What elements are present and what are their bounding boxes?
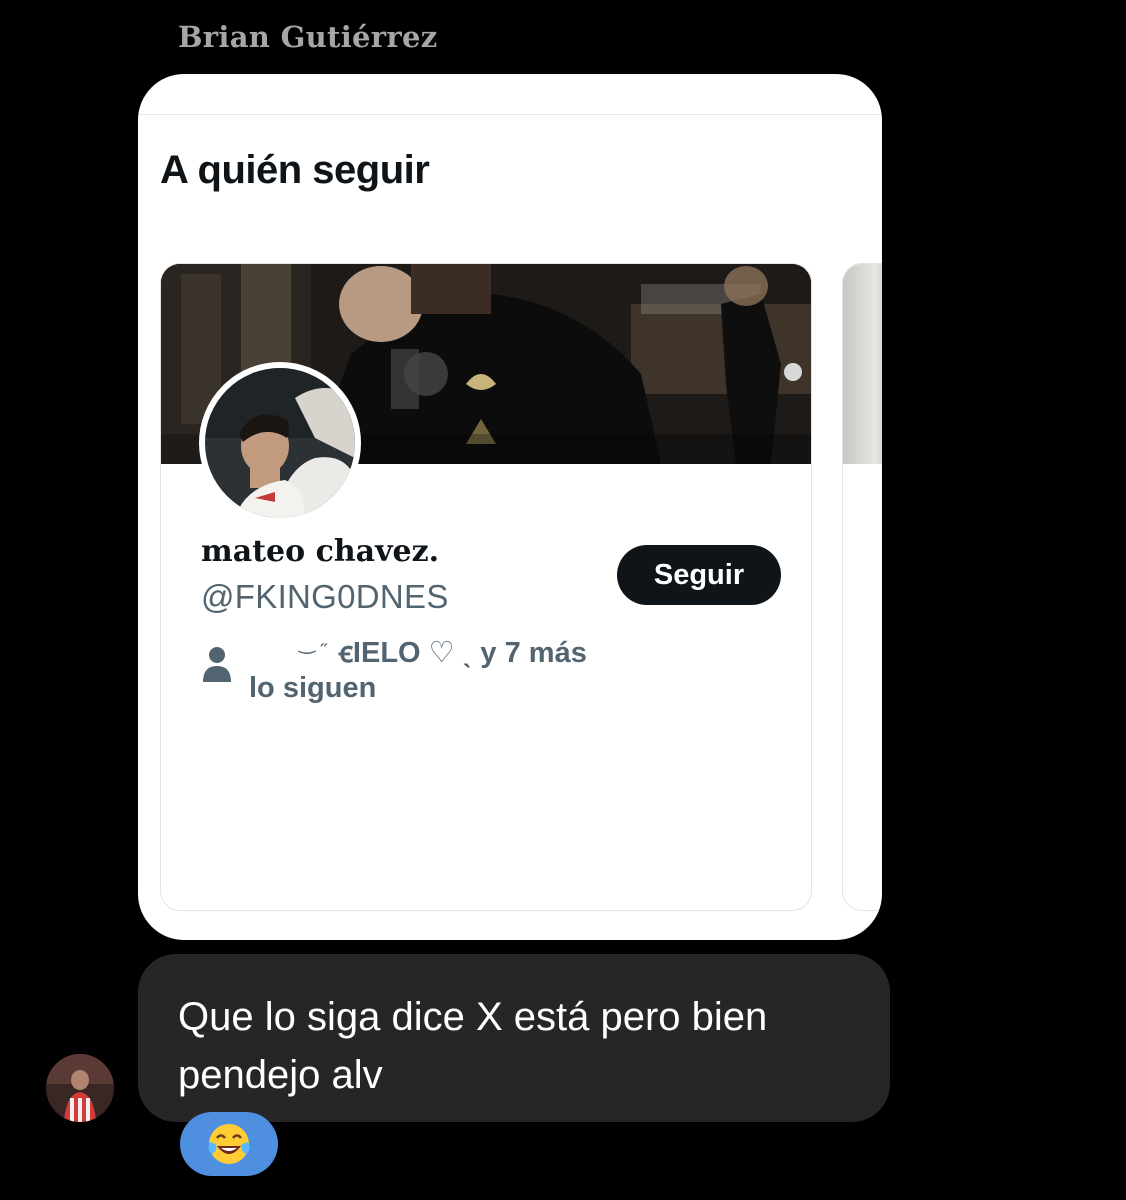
- person-icon: [203, 647, 231, 682]
- follow-button[interactable]: Seguir: [617, 545, 781, 605]
- shared-post-card[interactable]: A quién seguir mateo chavez. @FKING0DNES…: [138, 74, 882, 940]
- divider: [138, 114, 882, 115]
- follower-avatar-deco: ‿ ˶: [299, 632, 328, 654]
- display-name: mateo chavez.: [201, 534, 440, 569]
- message-row: Que lo siga dice X está pero bien pendej…: [0, 950, 1126, 1200]
- sender-avatar[interactable]: [46, 1054, 114, 1122]
- chat-screen: Brian Gutiérrez A quién seguir mateo cha…: [0, 0, 1126, 1200]
- follower-names: ꞓIELO ♡ ˎ y 7 más: [339, 637, 587, 669]
- suggestion-card[interactable]: mateo chavez. @FKING0DNES Seguir ‿ ˶ ꞓIE…: [160, 263, 812, 911]
- message-bubble[interactable]: Que lo siga dice X está pero bien pendej…: [138, 954, 890, 1122]
- user-handle: @FKING0DNES: [201, 578, 449, 615]
- mutual-followers: ‿ ˶ ꞓIELO ♡ ˎ y 7 más lo siguen: [201, 630, 761, 710]
- message-text: Que lo siga dice X está pero bien pendej…: [178, 995, 768, 1097]
- reaction-badge[interactable]: [180, 1112, 278, 1176]
- next-suggestion-card[interactable]: [842, 263, 882, 911]
- profile-avatar[interactable]: [199, 362, 361, 524]
- section-title: A quién seguir: [160, 148, 430, 192]
- followers-label: lo siguen: [249, 672, 377, 704]
- laughing-tears-icon: [208, 1124, 250, 1164]
- sender-name: Brian Gutiérrez: [178, 20, 438, 54]
- next-suggestion-banner: [843, 264, 882, 464]
